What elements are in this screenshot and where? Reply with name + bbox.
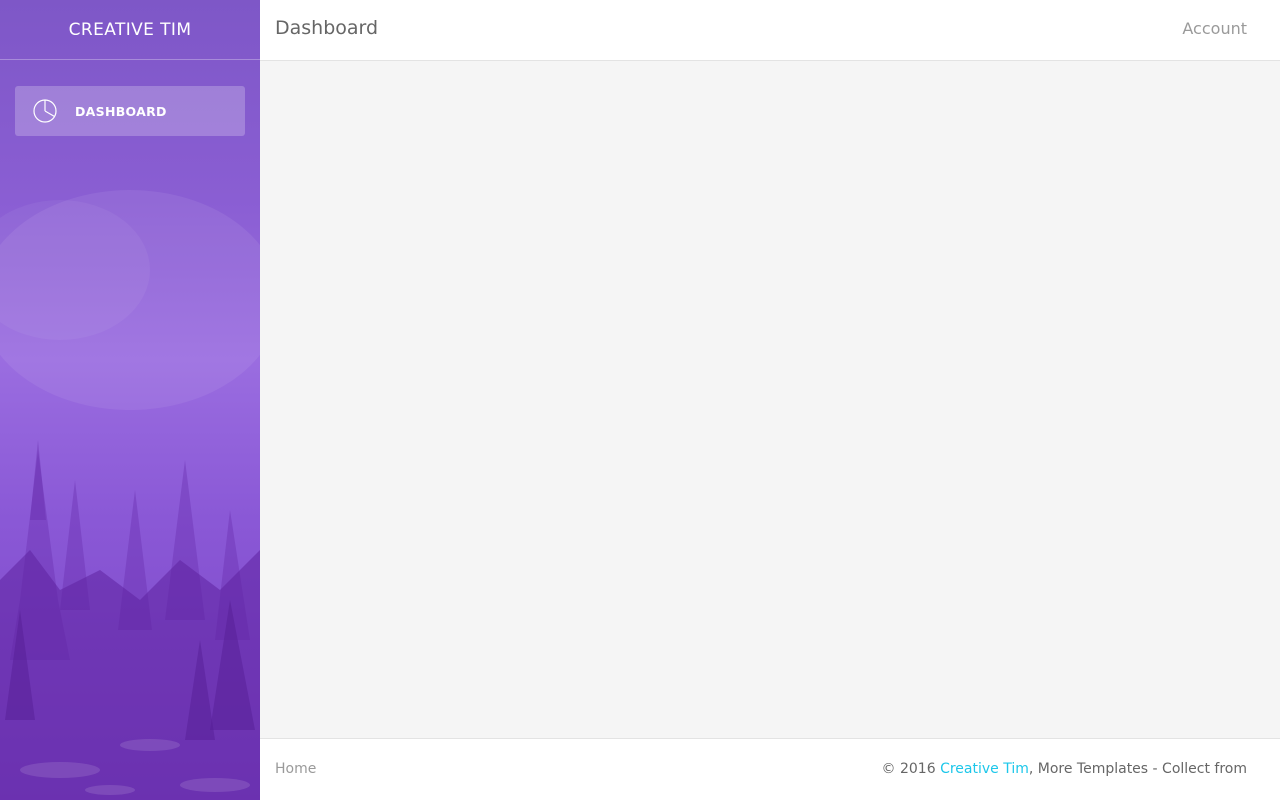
- sidebar-logo[interactable]: CREATIVE TIM: [0, 0, 260, 60]
- pie-chart-icon: [32, 98, 58, 124]
- footer-home-link[interactable]: Home: [275, 761, 316, 777]
- top-navbar: Dashboard Account: [260, 0, 1280, 61]
- sidebar-item-dashboard[interactable]: DASHBOARD: [15, 86, 245, 136]
- account-link[interactable]: Account: [1182, 19, 1247, 38]
- copyright: © 2016 Creative Tim, More Templates - Co…: [882, 761, 1247, 777]
- footer: Home © 2016 Creative Tim, More Templates…: [260, 738, 1280, 800]
- copyright-suffix: , More Templates - Collect from: [1028, 761, 1247, 777]
- main-content: [260, 61, 1280, 738]
- sidebar: CREATIVE TIM DASHBOARD: [0, 0, 260, 800]
- copyright-prefix: © 2016: [881, 761, 941, 777]
- page-title[interactable]: Dashboard: [275, 17, 378, 39]
- creative-tim-link[interactable]: Creative Tim: [940, 761, 1029, 777]
- sidebar-item-label: DASHBOARD: [75, 103, 167, 119]
- forest-background-image: [0, 440, 260, 800]
